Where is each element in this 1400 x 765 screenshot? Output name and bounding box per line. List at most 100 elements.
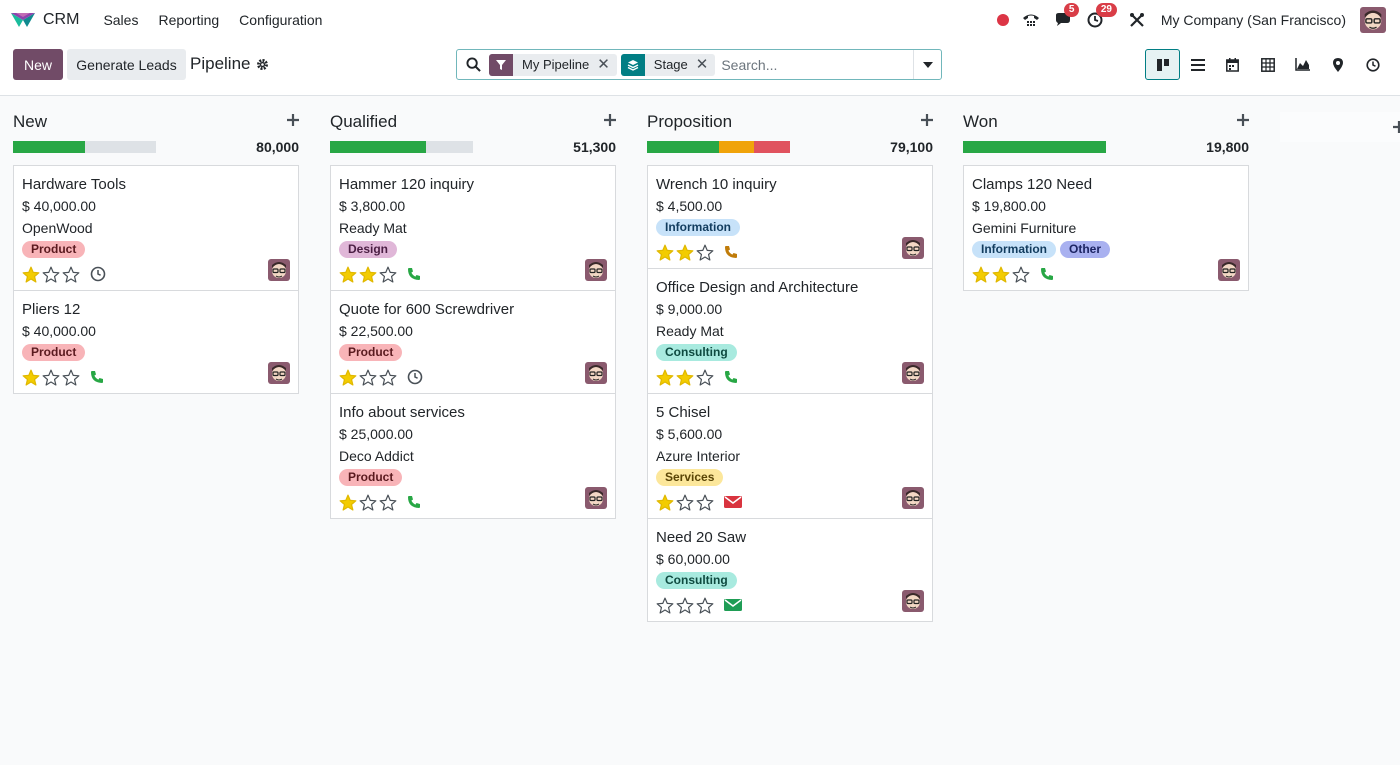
activity-indicator[interactable] [724, 370, 738, 384]
star-filled-icon[interactable] [22, 266, 40, 283]
kanban-card[interactable]: Hammer 120 inquiry $ 3,800.00 Ready Mat … [330, 165, 616, 291]
priority-stars[interactable] [339, 494, 397, 511]
new-button[interactable]: New [13, 49, 63, 80]
column-progress-bar[interactable] [963, 141, 1106, 153]
generate-leads-button[interactable]: Generate Leads [67, 49, 186, 80]
phone-icon-orange[interactable] [724, 245, 738, 259]
phone-icon-green[interactable] [724, 370, 738, 384]
salesperson-avatar[interactable] [585, 487, 607, 509]
activity-indicator[interactable] [407, 495, 421, 509]
recording-status-icon[interactable] [996, 14, 1009, 26]
star-empty-icon[interactable] [379, 369, 397, 386]
activity-indicator[interactable] [407, 369, 423, 385]
phone-icon-green[interactable] [407, 495, 421, 509]
star-filled-icon[interactable] [972, 266, 990, 283]
star-filled-icon[interactable] [339, 266, 357, 283]
kanban-card[interactable]: Pliers 12 $ 40,000.00 Product [13, 290, 299, 394]
facet-remove-icon[interactable]: ✕ [696, 57, 716, 72]
star-empty-icon[interactable] [42, 369, 60, 386]
star-empty-icon[interactable] [696, 369, 714, 386]
priority-stars[interactable] [656, 494, 714, 511]
calendar-view-button[interactable] [1215, 49, 1250, 80]
add-column-area[interactable] [1280, 112, 1400, 142]
search-options-dropdown[interactable] [913, 50, 941, 79]
star-filled-icon[interactable] [656, 494, 674, 511]
star-filled-icon[interactable] [992, 266, 1010, 283]
star-empty-icon[interactable] [42, 266, 60, 283]
salesperson-avatar[interactable] [585, 259, 607, 281]
activity-indicator[interactable] [90, 266, 106, 282]
quick-create-plus-icon[interactable] [604, 114, 616, 126]
search-input[interactable] [721, 56, 902, 73]
pivot-view-button[interactable] [1250, 49, 1285, 80]
priority-stars[interactable] [339, 266, 397, 283]
column-progress-bar[interactable] [330, 141, 473, 153]
chat-icon[interactable]: 5 [1053, 3, 1080, 30]
kanban-card[interactable]: Office Design and Architecture $ 9,000.0… [647, 268, 933, 394]
star-empty-icon[interactable] [379, 266, 397, 283]
column-title[interactable]: Won [963, 112, 998, 132]
star-filled-icon[interactable] [676, 369, 694, 386]
salesperson-avatar[interactable] [268, 362, 290, 384]
priority-stars[interactable] [972, 266, 1030, 283]
priority-stars[interactable] [22, 369, 80, 386]
facet-remove-icon[interactable]: ✕ [597, 57, 617, 72]
star-empty-icon[interactable] [359, 369, 377, 386]
kanban-card[interactable]: Need 20 Saw $ 60,000.00 Consulting [647, 518, 933, 622]
phone-icon-green[interactable] [1040, 267, 1054, 281]
kanban-view-button[interactable] [1145, 49, 1180, 80]
app-name[interactable]: CRM [43, 11, 79, 29]
menu-configuration[interactable]: Configuration [239, 12, 322, 28]
salesperson-avatar[interactable] [585, 362, 607, 384]
star-empty-icon[interactable] [676, 597, 694, 614]
activity-clock-icon[interactable]: 29 [1085, 3, 1117, 30]
kanban-card[interactable]: Info about services $ 25,000.00 Deco Add… [330, 393, 616, 519]
activity-indicator[interactable] [724, 598, 742, 612]
gear-icon[interactable] [256, 58, 269, 71]
menu-sales[interactable]: Sales [103, 12, 138, 28]
star-filled-icon[interactable] [22, 369, 40, 386]
star-empty-icon[interactable] [62, 266, 80, 283]
star-empty-icon[interactable] [696, 494, 714, 511]
salesperson-avatar[interactable] [902, 362, 924, 384]
priority-stars[interactable] [656, 369, 714, 386]
star-filled-icon[interactable] [656, 369, 674, 386]
quick-create-plus-icon[interactable] [921, 114, 933, 126]
search-icon[interactable] [457, 57, 489, 72]
star-empty-icon[interactable] [62, 369, 80, 386]
facet-stage[interactable]: Stage ✕ [620, 53, 716, 76]
priority-stars[interactable] [656, 244, 714, 261]
kanban-card[interactable]: 5 Chisel $ 5,600.00 Azure Interior Servi… [647, 393, 933, 519]
map-view-button[interactable] [1320, 49, 1355, 80]
kanban-card[interactable]: Wrench 10 inquiry $ 4,500.00 Information [647, 165, 933, 269]
star-empty-icon[interactable] [676, 494, 694, 511]
salesperson-avatar[interactable] [1218, 259, 1240, 281]
quick-create-plus-icon[interactable] [1237, 114, 1249, 126]
column-title[interactable]: Proposition [647, 112, 732, 132]
list-view-button[interactable] [1180, 49, 1215, 80]
mail-icon-green[interactable] [724, 598, 742, 612]
phone-icon-green[interactable] [407, 267, 421, 281]
clock-icon[interactable] [90, 266, 106, 282]
salesperson-avatar[interactable] [902, 590, 924, 612]
activity-indicator[interactable] [724, 495, 742, 509]
facet-my-pipeline[interactable]: My Pipeline ✕ [489, 53, 617, 76]
activity-indicator[interactable] [724, 245, 738, 259]
column-progress-bar[interactable] [13, 141, 156, 153]
column-progress-bar[interactable] [647, 141, 790, 153]
column-title[interactable]: Qualified [330, 112, 397, 132]
activity-indicator[interactable] [90, 370, 104, 384]
phone-voip-icon[interactable] [1021, 10, 1041, 30]
star-empty-icon[interactable] [696, 244, 714, 261]
star-empty-icon[interactable] [1012, 266, 1030, 283]
graph-view-button[interactable] [1285, 49, 1320, 80]
quick-create-plus-icon[interactable] [287, 114, 299, 126]
star-empty-icon[interactable] [379, 494, 397, 511]
add-column-plus-icon[interactable] [1393, 121, 1400, 133]
menu-reporting[interactable]: Reporting [158, 12, 219, 28]
column-title[interactable]: New [13, 112, 47, 132]
salesperson-avatar[interactable] [902, 237, 924, 259]
kanban-card[interactable]: Hardware Tools $ 40,000.00 OpenWood Prod… [13, 165, 299, 291]
priority-stars[interactable] [339, 369, 397, 386]
star-filled-icon[interactable] [339, 494, 357, 511]
